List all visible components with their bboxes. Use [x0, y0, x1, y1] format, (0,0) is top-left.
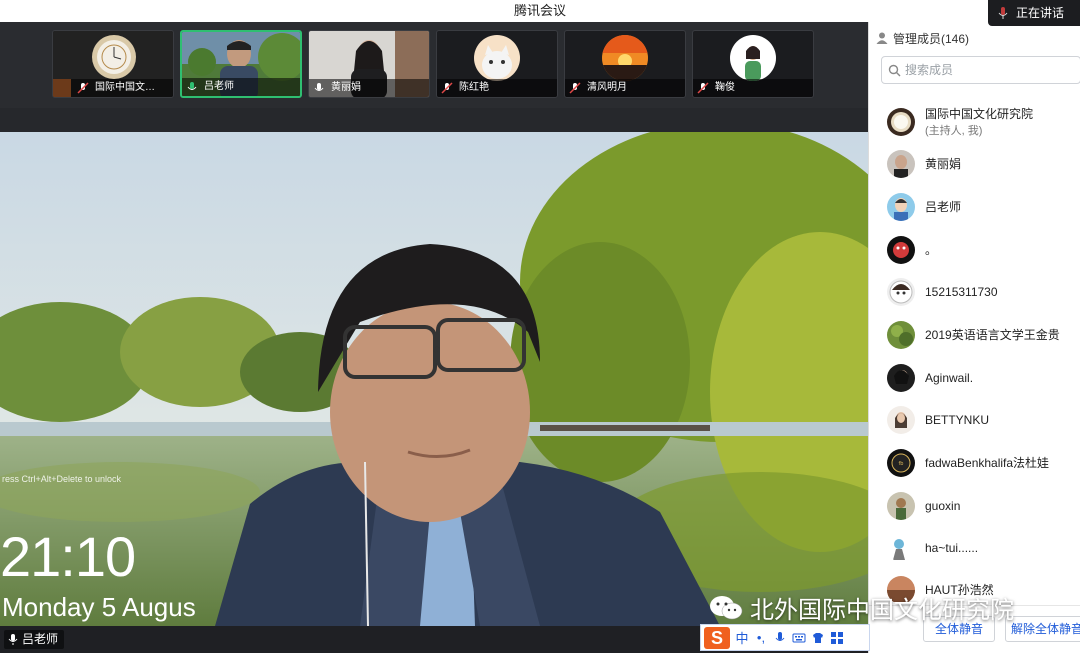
member-item[interactable]: 。 [869, 230, 1080, 270]
main-video: ress Ctrl+Alt+Delete to unlock 21:10 Mon… [0, 132, 868, 626]
title-bar: 腾讯会议 [0, 0, 1080, 22]
avatar [887, 278, 915, 306]
member-search[interactable] [881, 56, 1080, 84]
avatar [887, 108, 915, 136]
toolbox-icon[interactable] [830, 631, 844, 645]
search-input[interactable] [905, 63, 1065, 77]
member-item[interactable]: ha~tui...... [869, 528, 1080, 568]
participant-thumb[interactable]: 鞠俊 [692, 30, 814, 98]
search-icon [888, 64, 901, 76]
strip-divider [0, 108, 868, 132]
thumb-label: 陈红艳 [437, 79, 557, 97]
avatar [887, 534, 915, 562]
watermark: 北外国际中国文化研究院 [708, 590, 1014, 625]
sogou-logo[interactable]: S [704, 626, 730, 649]
member-item[interactable]: fb fadwaBenkhalifa法杜娃 [869, 443, 1080, 483]
member-item[interactable]: 15215311730 [869, 272, 1080, 312]
avatar [887, 193, 915, 221]
mic-muted-icon [77, 82, 89, 94]
cat-avatar [474, 35, 520, 81]
member-item[interactable]: guoxin [869, 486, 1080, 526]
participant-thumb[interactable]: 黄丽娟 [308, 30, 430, 98]
sunset-avatar [602, 35, 648, 81]
avatar [887, 150, 915, 178]
wechat-icon [710, 595, 743, 619]
skin-icon[interactable] [811, 631, 825, 645]
unmute-all-button[interactable]: 解除全体静音 [1005, 616, 1080, 642]
avatar [887, 364, 915, 392]
mic-icon [8, 634, 18, 645]
participant-thumb[interactable]: 国际中国文… [52, 30, 174, 98]
person-avatar [730, 35, 776, 81]
member-item[interactable]: 国际中国文化研究院 (主持人, 我) [869, 102, 1080, 142]
member-list: 国际中国文化研究院 (主持人, 我) 黄丽娟 吕老师 。 15215311730 [869, 94, 1080, 602]
participant-strip: 国际中国文… 吕老师 黄丽娟 陈红艳 清风明月 鞠俊 [0, 22, 868, 108]
ime-punct-toggle[interactable]: •, [754, 630, 768, 645]
speaking-indicator: 正在讲话 [988, 0, 1080, 26]
lockscreen-clock: 21:10 [0, 525, 136, 588]
mic-muted-icon [697, 82, 709, 94]
mic-muted-icon [441, 82, 453, 94]
active-speaker-label: 吕老师 [4, 630, 65, 649]
thumb-label: 黄丽娟 [309, 79, 429, 97]
ime-toolbar[interactable]: S 中 •, [700, 624, 870, 651]
avatar [887, 406, 915, 434]
panel-title: 管理成员(146) [893, 31, 970, 46]
member-item[interactable]: 2019英语语言文学王金贵 [869, 315, 1080, 355]
speaking-label: 正在讲话 [1016, 6, 1065, 20]
avatar [887, 236, 915, 264]
member-item[interactable]: BETTYNKU [869, 400, 1080, 440]
thumb-label: 鞠俊 [693, 79, 813, 97]
members-panel: 管理成员(146) 国际中国文化研究院 (主持人, 我) 黄丽娟 吕老师 [868, 22, 1080, 653]
person-icon [876, 32, 888, 44]
participant-thumb[interactable]: 清风明月 [564, 30, 686, 98]
participant-thumb[interactable]: 陈红艳 [436, 30, 558, 98]
thumb-label: 清风明月 [565, 79, 685, 97]
avatar: fb [887, 449, 915, 477]
voice-input-icon[interactable] [773, 631, 787, 645]
thumb-label: 吕老师 [182, 78, 300, 96]
keyboard-icon[interactable] [792, 631, 806, 645]
member-item[interactable]: 吕老师 [869, 187, 1080, 227]
ime-mode-toggle[interactable]: 中 [735, 628, 749, 647]
mic-icon [314, 83, 324, 91]
avatar [887, 321, 915, 349]
lockscreen-date: Monday 5 Augus [2, 592, 196, 622]
participant-thumb-active[interactable]: 吕老师 [180, 30, 302, 98]
avatar [887, 492, 915, 520]
svg-text:fb: fb [899, 461, 904, 467]
mic-icon [998, 7, 1008, 19]
thumb-label: 国际中国文… [53, 79, 173, 97]
member-item[interactable]: 黄丽娟 [869, 144, 1080, 184]
window-title: 腾讯会议 [513, 3, 566, 18]
mic-muted-icon [569, 82, 581, 94]
mic-icon [187, 82, 197, 90]
meeting-window: 腾讯会议 正在讲话 国际中国文… 吕老师 黄丽娟 陈红艳 清风明月 鞠俊 res… [0, 0, 1080, 653]
lockscreen-hint: ress Ctrl+Alt+Delete to unlock [2, 474, 122, 484]
panel-header: 管理成员(146) [869, 22, 1080, 54]
member-item[interactable]: Aginwail. [869, 358, 1080, 398]
